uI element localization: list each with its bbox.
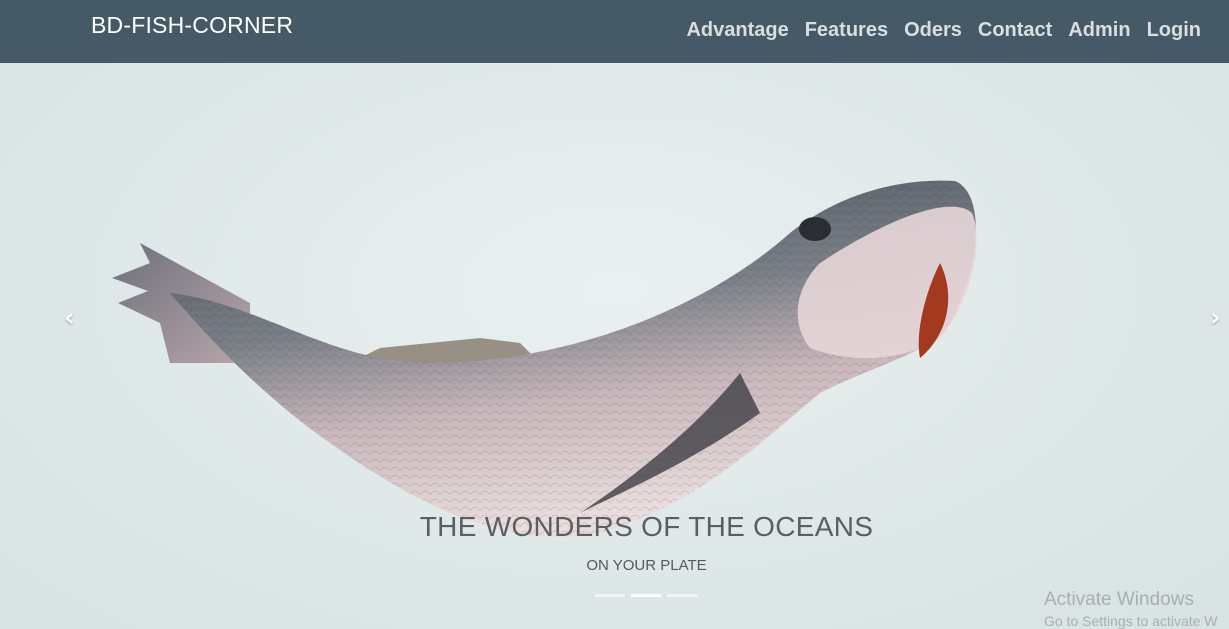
chevron-left-icon: ‹: [64, 303, 75, 333]
fish-image: [112, 180, 977, 537]
carousel-indicator-3[interactable]: [667, 594, 697, 597]
nav-link-admin[interactable]: Admin: [1068, 19, 1130, 42]
carousel-caption-subtitle: ON YOUR PLATE: [586, 557, 707, 574]
nav-link-login[interactable]: Login: [1147, 19, 1201, 42]
carousel-next-button[interactable]: ›: [1210, 303, 1221, 333]
nav-link-advantage[interactable]: Advantage: [686, 19, 788, 42]
carousel-indicator-2[interactable]: [631, 594, 661, 597]
hero-carousel: ‹ › THE WONDERS OF THE OCEANS ON YOUR PL…: [0, 63, 1229, 629]
carousel-indicators: [595, 594, 697, 597]
carousel-prev-button[interactable]: ‹: [64, 303, 75, 333]
nav-link-contact[interactable]: Contact: [978, 19, 1052, 42]
watermark-subtitle: Go to Settings to activate W: [1044, 613, 1218, 629]
carousel-caption-title: THE WONDERS OF THE OCEANS: [419, 511, 874, 542]
watermark-title: Activate Windows: [1044, 589, 1194, 610]
nav-link-orders[interactable]: Oders: [904, 19, 962, 42]
navbar: BD-FISH-CORNER Advantage Features Oders …: [0, 0, 1229, 63]
brand-logo-text[interactable]: BD-FISH-CORNER: [91, 12, 293, 39]
nav-link-features[interactable]: Features: [805, 19, 888, 42]
carousel-indicator-1[interactable]: [595, 594, 625, 597]
main-nav: Advantage Features Oders Contact Admin L…: [686, 19, 1201, 42]
chevron-right-icon: ›: [1210, 303, 1221, 333]
activate-windows-watermark: Activate Windows Go to Settings to activ…: [1044, 589, 1218, 629]
